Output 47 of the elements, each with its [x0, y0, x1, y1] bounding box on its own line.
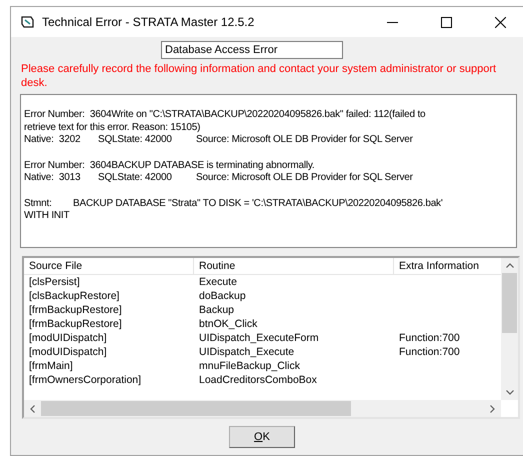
table-cell-text: Backup [198, 303, 236, 317]
column-header[interactable]: Routine [194, 258, 394, 275]
scroll-down-icon[interactable] [506, 390, 514, 395]
table-cell-text: [frmBackupRestore] [28, 317, 123, 331]
table-cell-text: [frmMain] [28, 359, 74, 373]
scrollbar-thumb[interactable] [502, 273, 517, 333]
detail-text: Native: 3202 [24, 134, 82, 146]
ok-button[interactable]: OK [229, 426, 295, 448]
detail-text: Source: Microsoft OLE DB Provider for SQL Server [196, 134, 413, 146]
table-cell-text: [clsBackupRestore] [28, 289, 120, 303]
vertical-scrollbar[interactable] [501, 258, 518, 400]
table-cell-text: mnuFileBackup_Click [198, 359, 301, 373]
table-cell-text: [frmOwnersCorporation] [28, 373, 142, 387]
detail-text: Native: 3013 [24, 172, 82, 184]
scrollbar-thumb[interactable] [41, 401, 351, 416]
table-cell-text: [clsPersist] [28, 275, 81, 289]
table-cell-text: Execute [198, 275, 238, 289]
table-cell-text: LoadCreditorsComboBox [198, 373, 318, 387]
table-cell-text: doBackup [198, 289, 247, 303]
app-icon [21, 16, 34, 28]
detail-text: SQLState: 42000 [98, 134, 173, 146]
table-cell-text: UIDispatch_Execute [198, 345, 296, 359]
close-icon [494, 16, 506, 28]
instruction-text: Please carefully record the following information and contact your system administrator or support desk. [21, 62, 498, 90]
horizontal-scrollbar[interactable] [24, 400, 501, 417]
scroll-right-icon[interactable] [490, 404, 495, 412]
error-title-field[interactable]: Database Access Error [161, 41, 343, 59]
table-cell-text: [modUIDispatch] [28, 331, 108, 345]
scroll-up-icon[interactable] [506, 263, 514, 268]
table-cell-text: UIDispatch_ExecuteForm [198, 331, 320, 345]
window-title: Technical Error - STRATA Master 12.5.2 [42, 15, 256, 29]
scroll-left-icon[interactable] [30, 404, 35, 412]
table-cell-text: [frmBackupRestore] [28, 303, 123, 317]
detail-text: SQLState: 42000 [98, 172, 173, 184]
column-header[interactable]: Source File [24, 258, 194, 275]
table-cell-text: btnOK_Click [198, 317, 258, 331]
detail-text: Source: Microsoft OLE DB Provider for SQL Server [196, 172, 413, 184]
detail-text: BACKUP DATABASE "Strata" TO DISK = 'C:\STRATA\BACKUP\20220204095826.bak' [73, 198, 443, 210]
detail-text: Error Number: 3604Write on "C:\STRATA\BACKUP\20220204095826.bak" failed: 112(failed to [24, 109, 426, 122]
table-cell-text: [modUIDispatch] [28, 345, 108, 359]
table-cell-text: Function:700 [398, 331, 461, 345]
detail-text: Stmnt: [24, 198, 53, 210]
maximize-icon [440, 16, 452, 28]
table-cell-text: Function:700 [398, 345, 461, 359]
detail-text: retrieve text for this error. Reason: 15105) [24, 122, 200, 134]
detail-text: Error Number: 3604BACKUP DATABASE is terminating abnormally. [24, 160, 315, 172]
detail-text: WITH INIT [24, 210, 70, 222]
